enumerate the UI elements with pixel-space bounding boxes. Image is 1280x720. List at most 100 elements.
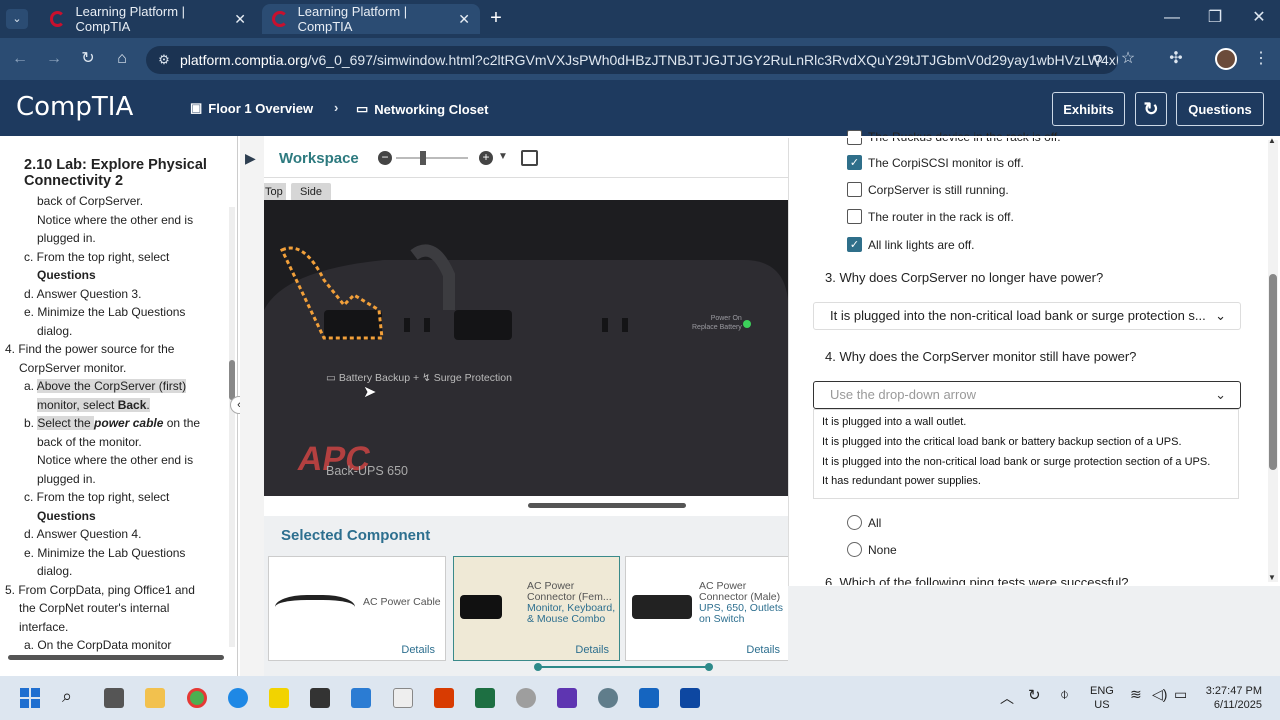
instructions-scrollbar[interactable] — [229, 207, 235, 647]
q4-option-critical-load-bank[interactable]: It is plugged into the critical load ban… — [822, 436, 1182, 448]
zoom-out-icon[interactable]: − — [378, 151, 392, 165]
minimize-window-icon[interactable]: — — [1160, 8, 1184, 28]
details-link[interactable]: Details — [401, 644, 435, 656]
sticky-notes-icon[interactable] — [269, 688, 289, 708]
close-tab-icon[interactable]: ✕ — [234, 11, 246, 28]
battery-surge-label: ▭ Battery Backup + ↯ Surge Protection — [326, 372, 512, 384]
language-indicator[interactable]: ENG US — [1090, 684, 1114, 712]
new-tab-button[interactable]: + — [484, 8, 508, 28]
workspace-title: Workspace — [279, 150, 359, 167]
zoom-in-icon[interactable]: + — [479, 151, 493, 165]
home-icon[interactable]: ⌂ — [110, 49, 134, 69]
browser-menu-icon[interactable]: ⋮ — [1249, 49, 1273, 69]
details-link[interactable]: Details — [746, 644, 780, 656]
excel-icon[interactable] — [475, 688, 495, 708]
lab-steps: back of CorpServer. Notice where the oth… — [5, 194, 201, 652]
crumb-floor-overview[interactable]: ▣ Floor 1 Overview — [190, 100, 313, 116]
reset-icon[interactable]: ↻ — [1135, 92, 1167, 126]
app3-icon[interactable] — [680, 688, 700, 708]
status-labels: Power On Replace Battery — [692, 315, 742, 331]
calculator-icon[interactable] — [639, 688, 659, 708]
app2-icon[interactable] — [557, 688, 577, 708]
q4-answer-select[interactable]: Use the drop-down arrow ⌄ — [813, 381, 1241, 409]
component-ac-power-cable[interactable]: AC Power Cable Details — [268, 556, 446, 661]
zoom-slider[interactable] — [396, 157, 468, 159]
component-scroll-track[interactable] — [537, 666, 711, 668]
workspace-hscroll-thumb[interactable] — [528, 503, 686, 508]
reload-icon[interactable]: ↻ — [76, 49, 100, 69]
close-window-icon[interactable]: ✕ — [1247, 8, 1271, 28]
zoom-icon[interactable]: ⚲ — [1086, 50, 1110, 70]
comptia-favicon-icon — [272, 11, 288, 27]
network-app-icon[interactable] — [516, 688, 536, 708]
tab-search-button[interactable]: ⌄ — [6, 9, 28, 29]
checkbox-router-off[interactable] — [847, 209, 862, 224]
zoom-slider-handle[interactable] — [420, 151, 426, 165]
view-tabs-bar — [264, 178, 788, 200]
comptia-favicon-icon — [50, 11, 66, 27]
maximize-window-icon[interactable]: ❐ — [1203, 8, 1227, 28]
component-scroll-start[interactable] — [534, 663, 542, 671]
questions-button[interactable]: Questions — [1176, 92, 1264, 126]
component-ac-connector-female[interactable]: AC Power Connector (Fem... Monitor, Keyboa… — [453, 556, 620, 661]
search-icon[interactable]: ⌕ — [62, 686, 72, 707]
show-hidden-icons[interactable]: ︿ — [1000, 688, 1014, 708]
settings-icon[interactable] — [598, 688, 618, 708]
site-info-icon[interactable]: ⚙ — [152, 50, 176, 70]
app-icon[interactable] — [393, 688, 413, 708]
clock[interactable]: 3:27:47 PM 6/11/2025 — [1196, 684, 1262, 712]
lab-title: 2.10 Lab: Explore Physical Connectivity … — [24, 157, 207, 189]
instructions-hscroll-thumb[interactable] — [8, 655, 224, 660]
component-scroll-end[interactable] — [705, 663, 713, 671]
checkbox-link-lights-off[interactable]: ✓ — [847, 237, 862, 252]
file-explorer-icon[interactable] — [145, 688, 165, 708]
scroll-down-icon[interactable]: ▼ — [1268, 573, 1276, 582]
question-4: 4. Why does the CorpServer monitor still… — [825, 349, 1137, 364]
forward-icon[interactable]: → — [42, 49, 66, 69]
edge-icon[interactable] — [228, 688, 248, 708]
radio-none[interactable] — [847, 542, 862, 557]
fullscreen-icon[interactable] — [521, 150, 538, 166]
browser-tab-1[interactable]: Learning Platform | CompTIA ✕ — [40, 4, 256, 34]
q4-option-non-critical-load-bank[interactable]: It is plugged into the non-critical load… — [822, 456, 1210, 468]
wifi-icon[interactable]: ≋ — [1130, 686, 1142, 703]
zoom-dropdown-icon[interactable]: ▼ — [498, 151, 508, 162]
view-side-tab[interactable]: Side — [291, 183, 331, 201]
workspace-gutter — [240, 136, 264, 676]
q4-option-redundant-power[interactable]: It has redundant power supplies. — [822, 475, 981, 487]
q3-answer-select[interactable]: It is plugged into the non-critical load… — [813, 302, 1241, 330]
volume-icon[interactable]: ◁) — [1152, 686, 1167, 703]
crumb-networking-closet[interactable]: ▭ Networking Closet — [356, 101, 488, 117]
snipping-tool-icon[interactable] — [310, 688, 330, 708]
windows-start-icon[interactable] — [20, 688, 40, 708]
crumb-separator: › — [334, 100, 339, 115]
chevron-down-icon: ⌄ — [1215, 387, 1226, 402]
close-tab-icon[interactable]: ✕ — [458, 11, 470, 28]
browser-tab-2[interactable]: Learning Platform | CompTIA ✕ — [262, 4, 480, 34]
checkbox-corpserver-running[interactable] — [847, 182, 862, 197]
task-view-icon[interactable] — [104, 688, 124, 708]
selected-component-title: Selected Component — [281, 527, 431, 544]
chrome-icon[interactable] — [187, 688, 207, 708]
checkbox-corpiscsi-monitor-off[interactable]: ✓ — [847, 155, 862, 170]
q4-option-wall-outlet[interactable]: It is plugged into a wall outlet. — [822, 416, 966, 428]
view-top-tab[interactable]: Top — [264, 183, 286, 201]
powerpoint-icon[interactable] — [434, 688, 454, 708]
exhibits-button[interactable]: Exhibits — [1052, 92, 1125, 126]
back-icon[interactable]: ← — [8, 49, 32, 69]
notepad-icon[interactable] — [351, 688, 371, 708]
details-link[interactable]: Details — [575, 644, 609, 656]
scroll-up-icon[interactable]: ▲ — [1268, 136, 1276, 145]
radio-all[interactable] — [847, 515, 862, 530]
instructions-scroll-thumb[interactable] — [229, 360, 235, 400]
profile-avatar[interactable] — [1215, 48, 1237, 70]
questions-scroll-thumb[interactable] — [1269, 274, 1277, 470]
address-bar[interactable]: platform.comptia.org/v6_0_697/simwindow.… — [146, 46, 1118, 74]
extensions-icon[interactable]: ✣ — [1164, 49, 1188, 69]
expand-arrow-icon[interactable]: ▶ — [245, 150, 256, 167]
sync-icon[interactable]: ↻ — [1028, 686, 1041, 704]
component-ac-connector-male[interactable]: AC Power Connector (Male) UPS, 650, Outlet… — [625, 556, 791, 661]
battery-icon[interactable]: ▭ — [1174, 686, 1187, 703]
bookmark-star-icon[interactable]: ☆ — [1116, 49, 1140, 69]
microphone-icon[interactable]: ⌽ — [1060, 686, 1069, 703]
